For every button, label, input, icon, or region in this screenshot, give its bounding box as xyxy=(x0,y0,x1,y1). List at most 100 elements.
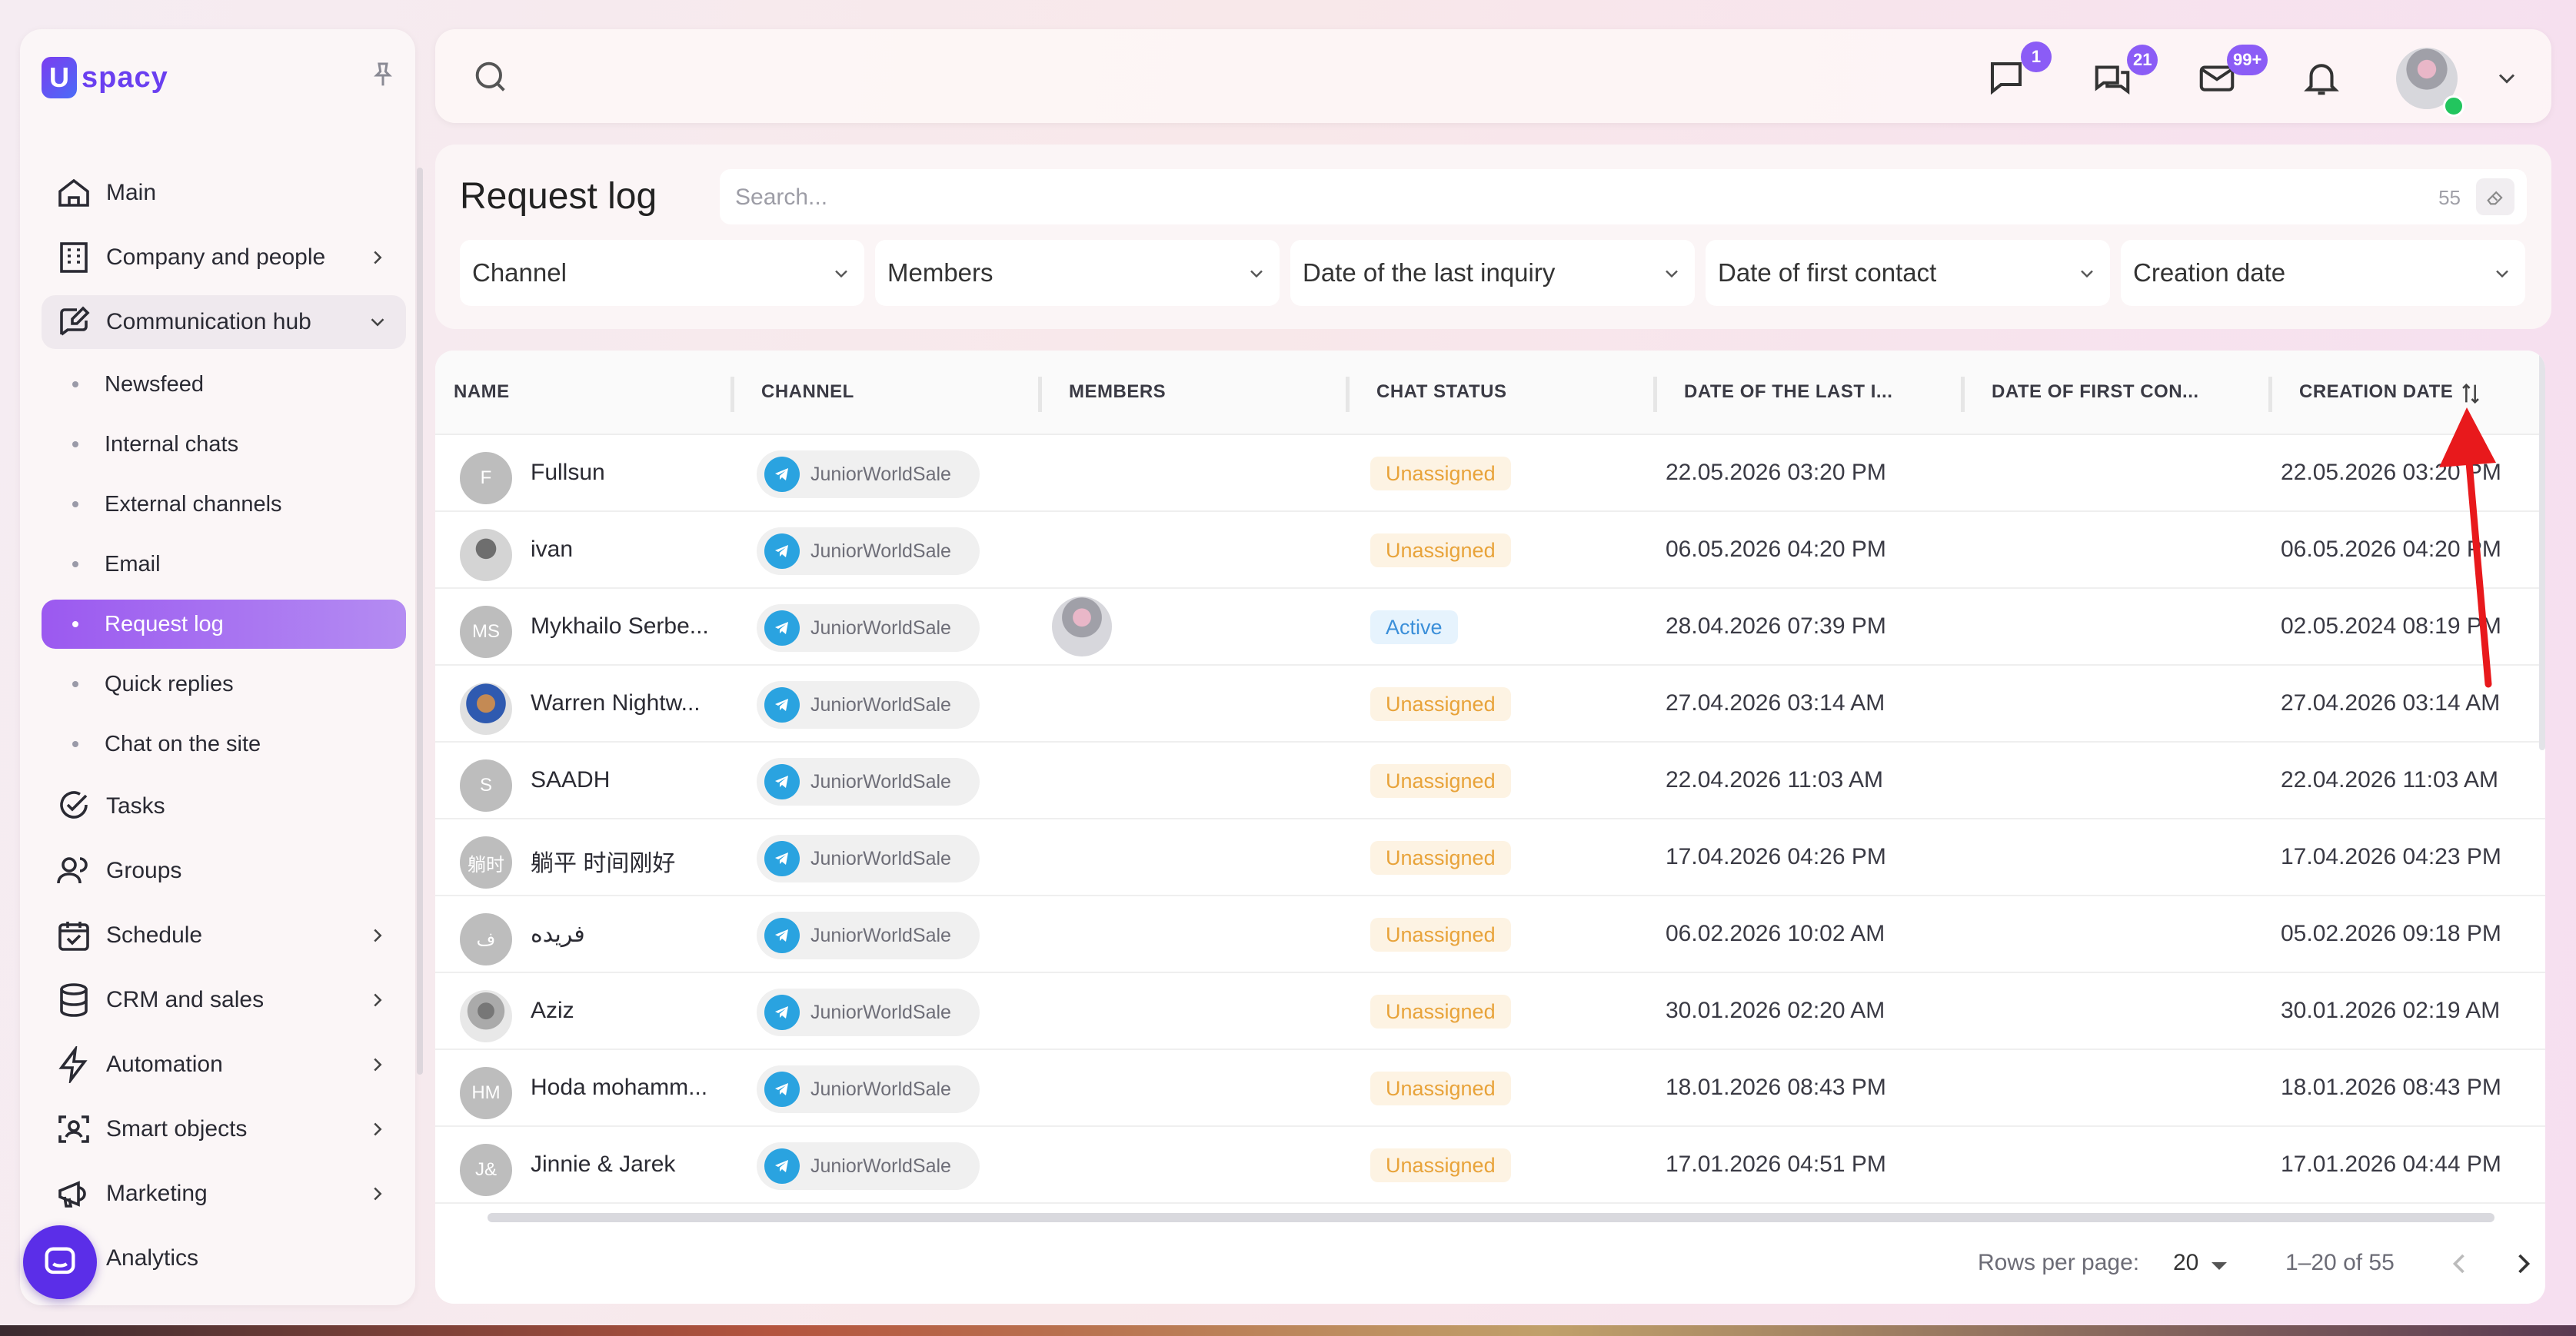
contact-name[interactable]: 躺平 时间刚好 xyxy=(531,844,675,878)
sidebar-item-automation[interactable]: Automation xyxy=(42,1038,406,1092)
next-page-button[interactable] xyxy=(2507,1247,2541,1281)
sidebar-scrollbar[interactable] xyxy=(417,168,423,1075)
column-resizer[interactable] xyxy=(2268,377,2272,412)
table-row[interactable]: 躺时 躺平 时间刚好 JuniorWorldSale Unassigned 17… xyxy=(435,818,2545,896)
channel-chip: JuniorWorldSale xyxy=(757,912,980,959)
filter-creation-date[interactable]: Creation date xyxy=(2121,240,2525,306)
sidebar-subitem-chat-on-the-site[interactable]: Chat on the site xyxy=(42,720,406,769)
column-resizer[interactable] xyxy=(1653,377,1657,412)
contact-name[interactable]: ivan xyxy=(531,537,573,563)
telegram-icon xyxy=(764,995,800,1030)
creation-date: 05.02.2026 09:18 PM xyxy=(2281,921,2501,946)
column-header-date-last-inquiry[interactable]: DATE OF THE LAST I... xyxy=(1684,381,1892,403)
sidebar-item-company-and-people[interactable]: Company and people xyxy=(42,231,406,284)
bell-icon[interactable] xyxy=(2301,57,2342,98)
chevron-right-icon xyxy=(374,1122,382,1136)
contact-name[interactable]: Jinnie & Jarek xyxy=(531,1152,675,1178)
filter-members[interactable]: Members xyxy=(875,240,1280,306)
eraser-icon xyxy=(2487,191,2503,205)
contact-name[interactable]: Mykhailo Serbe... xyxy=(531,613,709,640)
filter-channel[interactable]: Channel xyxy=(460,240,864,306)
table-row[interactable]: ivan JuniorWorldSale Unassigned 06.05.20… xyxy=(435,510,2545,589)
database-icon xyxy=(60,983,88,1017)
contact-name[interactable]: Hoda mohamm... xyxy=(531,1075,707,1101)
chevron-down-icon[interactable] xyxy=(2493,65,2521,92)
contact-name[interactable]: فريده xyxy=(531,921,585,948)
chevron-right-icon xyxy=(374,1187,382,1201)
chat-edit-icon xyxy=(60,306,90,336)
home-icon xyxy=(58,178,89,207)
contact-name[interactable]: Fullsun xyxy=(531,460,605,486)
chat-icon[interactable] xyxy=(1985,57,2027,98)
status-badge: Unassigned xyxy=(1370,1148,1511,1182)
contact-name[interactable]: SAADH xyxy=(531,767,610,793)
clear-search-button[interactable] xyxy=(2476,178,2514,215)
sidebar-item-label: Tasks xyxy=(106,793,165,819)
sidebar-subitem-label: External channels xyxy=(105,491,282,517)
sidebar-item-tasks[interactable]: Tasks xyxy=(42,779,406,833)
sidebar-subitem-quick-replies[interactable]: Quick replies xyxy=(42,660,406,709)
support-chat-button[interactable] xyxy=(23,1225,97,1299)
telegram-icon xyxy=(764,1072,800,1107)
table-row[interactable]: ف فريده JuniorWorldSale Unassigned 06.02… xyxy=(435,895,2545,973)
sidebar-item-marketing[interactable]: Marketing xyxy=(42,1167,406,1221)
sidebar-item-crm-and-sales[interactable]: CRM and sales xyxy=(42,973,406,1027)
member-avatar[interactable] xyxy=(1052,597,1112,656)
channel-chip: JuniorWorldSale xyxy=(757,450,980,498)
contact-avatar: F xyxy=(460,452,512,504)
logo[interactable]: U spacy xyxy=(42,57,168,98)
table-row[interactable]: MS Mykhailo Serbe... JuniorWorldSale Act… xyxy=(435,587,2545,666)
column-resizer[interactable] xyxy=(731,377,734,412)
sidebar-subitem-newsfeed[interactable]: Newsfeed xyxy=(42,360,406,409)
sidebar-subitem-internal-chats[interactable]: Internal chats xyxy=(42,420,406,469)
column-header-name[interactable]: NAME xyxy=(454,381,510,403)
table-row[interactable]: F Fullsun JuniorWorldSale Unassigned 22.… xyxy=(435,434,2545,512)
column-header-channel[interactable]: CHANNEL xyxy=(761,381,854,403)
rows-per-page-select[interactable]: 20 xyxy=(2173,1250,2198,1276)
bullet xyxy=(72,561,78,567)
search-input[interactable] xyxy=(734,177,2351,218)
sidebar-item-communication-hub[interactable]: Communication hub xyxy=(42,295,406,349)
sidebar-subitem-external-channels[interactable]: External channels xyxy=(42,480,406,529)
telegram-icon xyxy=(764,918,800,953)
horizontal-scrollbar[interactable] xyxy=(488,1213,2494,1222)
column-resizer[interactable] xyxy=(1038,377,1042,412)
bullet xyxy=(72,501,78,507)
bullet xyxy=(72,741,78,747)
column-header-date-first-contact[interactable]: DATE OF FIRST CON... xyxy=(1992,381,2199,403)
sidebar-subitem-request-log[interactable]: Request log xyxy=(42,600,406,649)
table-row[interactable]: J& Jinnie & Jarek JuniorWorldSale Unassi… xyxy=(435,1125,2545,1204)
contact-name[interactable]: Aziz xyxy=(531,998,574,1024)
sidebar-item-label: Communication hub xyxy=(106,309,311,334)
search-field[interactable]: 55 xyxy=(720,169,2527,224)
search-icon[interactable] xyxy=(471,57,511,97)
chevron-down-icon xyxy=(2081,270,2093,278)
sidebar-subitem-email[interactable]: Email xyxy=(42,540,406,589)
contact-avatar: S xyxy=(460,759,512,812)
chevron-down-icon xyxy=(371,318,384,327)
filter-date-last-inquiry[interactable]: Date of the last inquiry xyxy=(1290,240,1695,306)
filter-label: Date of the last inquiry xyxy=(1303,258,1556,287)
table-row[interactable]: Warren Nightw... JuniorWorldSale Unassig… xyxy=(435,664,2545,743)
column-header-chat-status[interactable]: CHAT STATUS xyxy=(1376,381,1506,403)
column-resizer[interactable] xyxy=(1346,377,1350,412)
column-header-members[interactable]: MEMBERS xyxy=(1069,381,1166,403)
chevron-down-icon xyxy=(1666,270,1678,278)
sidebar-item-smart-objects[interactable]: Smart objects xyxy=(42,1102,406,1156)
table-row[interactable]: HM Hoda mohamm... JuniorWorldSale Unassi… xyxy=(435,1049,2545,1127)
sidebar-item-groups[interactable]: Groups xyxy=(42,844,406,898)
sidebar-item-main[interactable]: Main xyxy=(42,166,406,220)
pin-icon[interactable] xyxy=(368,60,398,91)
contact-avatar: ف xyxy=(460,913,512,965)
column-resizer[interactable] xyxy=(1961,377,1965,412)
contact-name[interactable]: Warren Nightw... xyxy=(531,690,701,716)
status-badge: Unassigned xyxy=(1370,1072,1511,1105)
status-badge: Unassigned xyxy=(1370,687,1511,721)
vertical-scrollbar[interactable] xyxy=(2539,351,2545,750)
table-row[interactable]: S SAADH JuniorWorldSale Unassigned 22.04… xyxy=(435,741,2545,819)
filter-date-first-contact[interactable]: Date of first contact xyxy=(1706,240,2110,306)
table-row[interactable]: Aziz JuniorWorldSale Unassigned 30.01.20… xyxy=(435,972,2545,1050)
sidebar-item-schedule[interactable]: Schedule xyxy=(42,909,406,962)
previous-page-button[interactable] xyxy=(2442,1247,2476,1281)
sidebar-subitem-label: Quick replies xyxy=(105,671,234,696)
